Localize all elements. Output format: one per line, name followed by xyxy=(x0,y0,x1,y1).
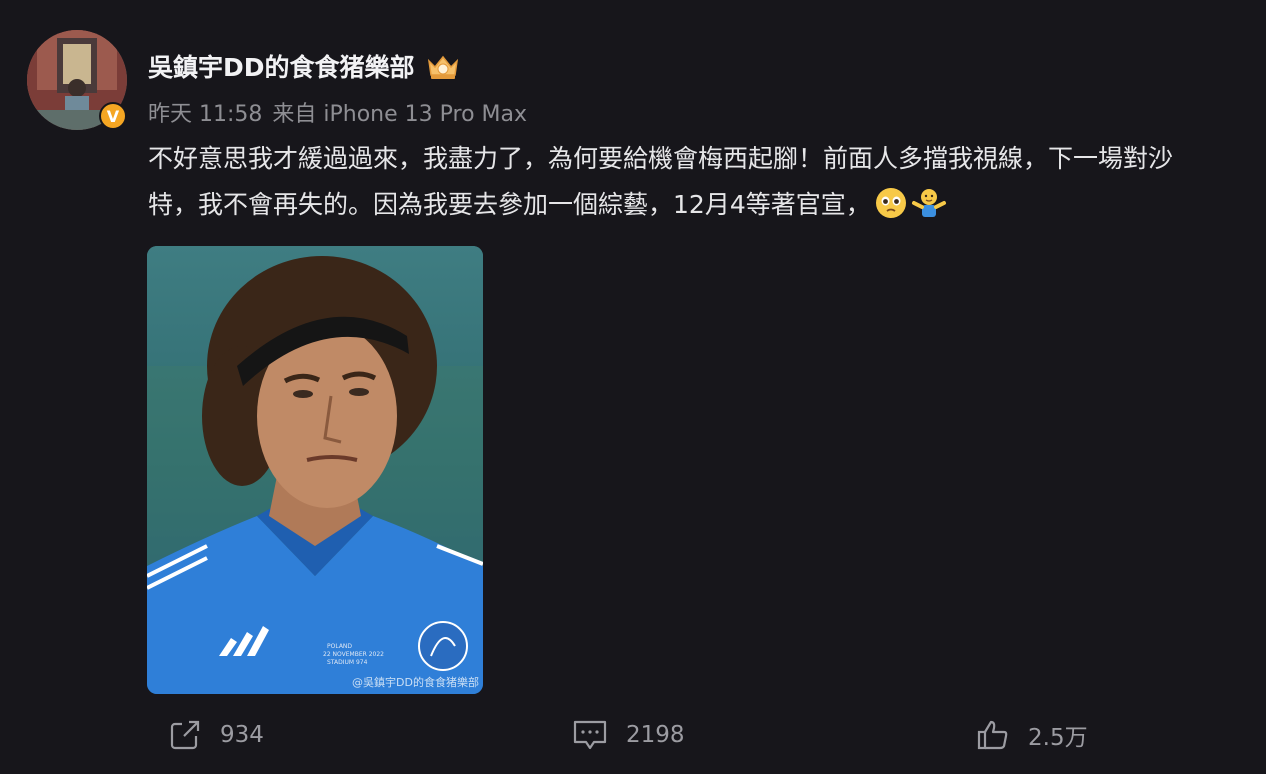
post-text-content: 不好意思我才緩過過來，我盡力了，為何要給機會梅西起腳！前面人多擋我視線，下一場對… xyxy=(148,144,1174,219)
comment-count: 2198 xyxy=(626,722,685,748)
comment-icon xyxy=(572,718,608,752)
share-icon xyxy=(168,718,202,752)
post-time[interactable]: 昨天 11:58 xyxy=(148,96,262,128)
post-actions: 934 2198 2.5万 xyxy=(0,712,1266,758)
image-watermark: @吳鎮宇DD的食食猪樂部 xyxy=(352,676,479,689)
share-button[interactable]: 934 xyxy=(168,712,264,758)
verified-badge: V xyxy=(99,102,127,130)
svg-text:STADIUM 974: STADIUM 974 xyxy=(327,659,368,666)
thumbs-up-icon xyxy=(976,718,1010,752)
crown-badge-icon[interactable] xyxy=(425,51,461,81)
shrug-emoji xyxy=(911,185,947,221)
post-meta: 昨天 11:58 来自 iPhone 13 Pro Max xyxy=(148,96,527,128)
author-name-row: 吳鎮宇DD的食食猪樂部 xyxy=(148,48,461,84)
avatar-container[interactable]: V xyxy=(27,30,127,130)
comment-button[interactable]: 2198 xyxy=(572,712,685,758)
svg-text:POLAND: POLAND xyxy=(327,643,352,650)
like-button[interactable]: 2.5万 xyxy=(976,712,1088,758)
like-count: 2.5万 xyxy=(1028,725,1088,751)
pleading-face-emoji xyxy=(873,185,909,221)
author-name[interactable]: 吳鎮宇DD的食食猪樂部 xyxy=(148,48,415,84)
photo-goalkeeper: POLAND 22 NOVEMBER 2022 STADIUM 974 xyxy=(147,246,483,694)
post-image[interactable]: POLAND 22 NOVEMBER 2022 STADIUM 974 @吳鎮宇… xyxy=(147,246,483,694)
verified-badge-label: V xyxy=(106,106,120,126)
post-text: 不好意思我才緩過過來，我盡力了，為何要給機會梅西起腳！前面人多擋我視線，下一場對… xyxy=(148,136,1218,228)
svg-text:22 NOVEMBER 2022: 22 NOVEMBER 2022 xyxy=(323,651,384,658)
share-count: 934 xyxy=(220,722,264,748)
post-source: 来自 iPhone 13 Pro Max xyxy=(272,102,528,127)
